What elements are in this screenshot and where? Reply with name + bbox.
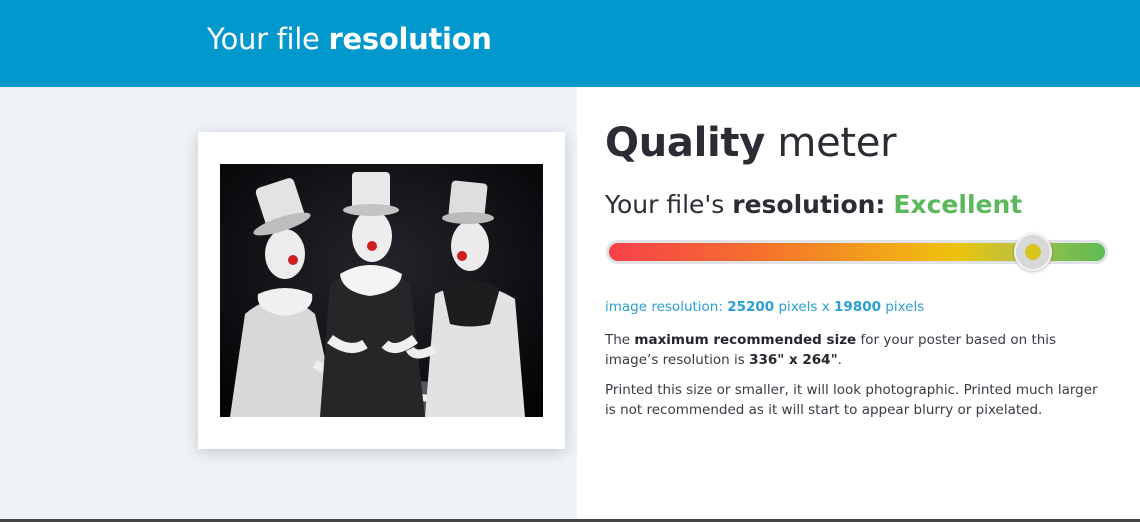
quality-meter-title: Quality meter [605, 120, 897, 166]
resolution-rating-value: Excellent [893, 190, 1023, 219]
res-mid: pixels x [774, 299, 835, 315]
quality-title-rest: meter [765, 120, 897, 166]
poster-illustration [220, 164, 543, 417]
print-advice-paragraph: Printed this size or smaller, it will lo… [605, 382, 1098, 418]
page-title-strong: resolution [328, 22, 492, 56]
image-resolution-info: image resolution: 25200 pixels x 19800 p… [605, 299, 924, 315]
p1-c: . [837, 352, 842, 368]
max-size-paragraph: The maximum recommended size for your po… [605, 330, 1105, 370]
header-bar: Your file resolution [0, 0, 1140, 87]
poster-preview [198, 132, 565, 449]
quality-title-strong: Quality [605, 120, 765, 166]
page-title-prefix: Your file [207, 22, 329, 56]
p1-size: 336" x 264" [749, 352, 838, 368]
p1-strong: maximum recommended size [634, 332, 857, 348]
res-width: 25200 [727, 299, 775, 315]
poster-image [220, 164, 543, 417]
resolution-prefix: Your file's [605, 190, 733, 219]
resolution-rating: Your file's resolution: Excellent [605, 190, 1022, 219]
page-title: Your file resolution [207, 22, 492, 56]
p1-a: The [605, 332, 635, 348]
res-suffix: pixels [881, 299, 925, 315]
resolution-label: resolution: [732, 190, 886, 219]
quality-meter-indicator [1014, 233, 1052, 271]
res-height: 19800 [834, 299, 881, 315]
res-prefix: image resolution: [605, 299, 728, 315]
